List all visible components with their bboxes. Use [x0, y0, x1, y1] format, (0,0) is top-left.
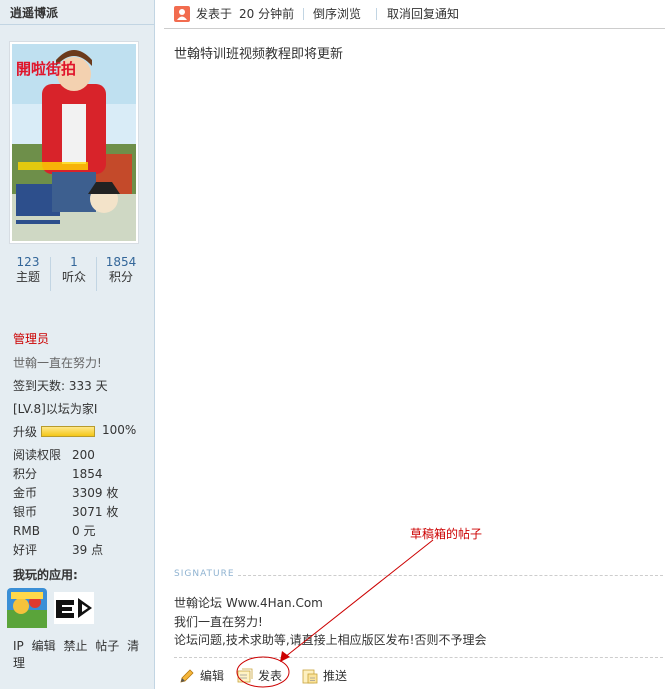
info-row: RMB 0 元: [13, 522, 153, 541]
info-value: 200: [72, 448, 95, 462]
publish-label: 发表: [258, 669, 283, 683]
stat-threads[interactable]: 123 主题: [4, 255, 52, 285]
signature-label: SIGNATURE: [174, 569, 235, 579]
stat-value[interactable]: 1: [50, 255, 98, 269]
post-meta: 发表于 20 分钟前 倒序浏览 取消回复通知: [174, 5, 654, 23]
stat-label: 积分: [108, 270, 133, 284]
info-value: 0 元: [72, 524, 96, 538]
meta-divider: [303, 8, 304, 20]
info-value: 39 点: [72, 543, 104, 557]
annotation-label: 草稿箱的帖子: [410, 527, 483, 541]
stat-label: 听众: [61, 270, 86, 284]
info-row: 银币 3071 枚: [13, 503, 153, 522]
admin-posts-link[interactable]: 帖子: [95, 639, 119, 653]
info-row: 积分 1854: [13, 465, 153, 484]
info-row: 好评 39 点: [13, 541, 153, 560]
user-motto: 世翰一直在努力!: [13, 356, 102, 370]
publish-icon: [237, 668, 253, 684]
stat-value[interactable]: 123: [4, 255, 52, 269]
user-info-table: 阅读权限 200 积分 1854 金币 3309 枚 银币 3071 枚 RMB 0 元 …: [13, 446, 153, 560]
admin-edit-link[interactable]: 编辑: [32, 639, 56, 653]
author-name[interactable]: 逍遥博派: [10, 4, 58, 21]
stat-label: 主题: [15, 270, 40, 284]
stat-credits[interactable]: 1854 积分: [97, 255, 145, 285]
info-row: 阅读权限 200: [13, 446, 153, 465]
posted-time: 20 分钟前: [239, 7, 295, 21]
posted-label: 发表于: [196, 7, 233, 21]
edit-label: 编辑: [200, 669, 225, 683]
app-ku6-icon[interactable]: [54, 592, 94, 624]
upgrade-label: 升级: [13, 425, 38, 439]
signature-divider: [238, 575, 663, 576]
avatar-caption: 開啦街拍: [16, 60, 76, 78]
signature-line: 我们一直在努力!: [174, 615, 263, 629]
user-group[interactable]: 管理员: [13, 330, 49, 347]
info-key: 阅读权限: [13, 448, 62, 462]
reverse-view-link[interactable]: 倒序浏览: [313, 5, 361, 23]
info-value: 3309 枚: [72, 486, 119, 500]
meta-divider: [376, 8, 377, 20]
upgrade-progress: 升级 100%: [13, 423, 153, 440]
info-value: 1854: [72, 467, 103, 481]
info-row: 金币 3309 枚: [13, 484, 153, 503]
avatar-image: 開啦街拍: [12, 44, 136, 241]
upgrade-bar: [41, 426, 95, 437]
header-divider: [164, 28, 665, 29]
admin-ban-link[interactable]: 禁止: [63, 639, 87, 653]
admin-ip-link[interactable]: IP: [13, 639, 24, 653]
signature-line: 论坛问题,技术求助等,请直接上相应版区发布!否则不予理会: [174, 633, 487, 647]
sign-days: 签到天数: 333 天: [13, 379, 108, 393]
info-key: 金币: [13, 486, 38, 500]
info-value: 3071 枚: [72, 505, 119, 519]
avatar[interactable]: 開啦街拍: [9, 41, 139, 244]
info-key: 银币: [13, 505, 38, 519]
upgrade-percent: 100%: [102, 423, 137, 437]
info-key: 好评: [13, 543, 38, 557]
cancel-notify-link[interactable]: 取消回复通知: [387, 5, 459, 23]
admin-links: IP 编辑 禁止 帖子 清理: [13, 637, 154, 671]
app-game-icon[interactable]: [7, 588, 47, 628]
user-stats: 123 主题 1 听众 1854 积分: [0, 255, 155, 295]
info-key: RMB: [13, 524, 40, 538]
post-content: 世翰特训班视频教程即将更新: [174, 47, 344, 62]
apps-label: 我玩的应用:: [13, 568, 78, 582]
user-level: [LV.8]以坛为家I: [13, 402, 98, 416]
stat-followers[interactable]: 1 听众: [50, 255, 98, 285]
upgrade-bar-fill: [42, 427, 94, 436]
push-label: 推送: [323, 669, 348, 683]
sidebar-divider: [0, 24, 154, 25]
pencil-icon: [179, 668, 195, 684]
push-icon: [302, 668, 318, 684]
actions-divider: [174, 657, 663, 658]
author-sidebar: 逍遥博派 開啦街拍 123 主题 1 听众 1854 积分 管理员 世翰一直在努…: [0, 0, 155, 689]
info-key: 积分: [13, 467, 38, 481]
stat-value[interactable]: 1854: [97, 255, 145, 269]
signature-line: 世翰论坛 Www.4Han.Com: [174, 596, 323, 610]
